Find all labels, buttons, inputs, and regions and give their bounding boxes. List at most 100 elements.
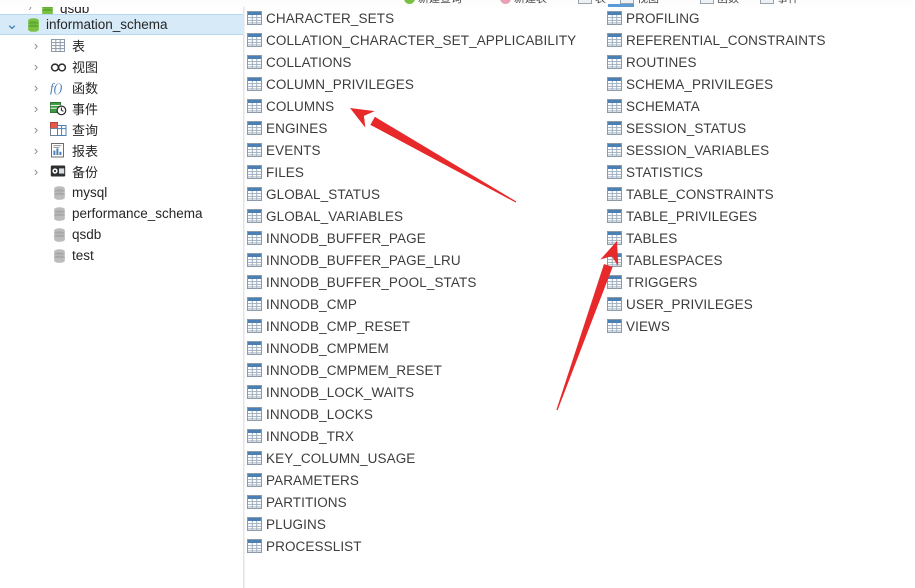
table-list-item-label: PLUGINS bbox=[266, 516, 326, 532]
table-list-item-label: ENGINES bbox=[266, 120, 328, 136]
database-tree-pane[interactable]: ›qsdb ⌄information_schema›表›视图›f()函数›事件›… bbox=[0, 7, 243, 588]
table-list-item[interactable]: INNODB_BUFFER_POOL_STATS bbox=[245, 271, 605, 293]
toolbar-button-label: 新建表 bbox=[514, 0, 547, 6]
toolbar-button-1[interactable]: 新建表 bbox=[500, 0, 547, 7]
tree-item-label: mysql bbox=[72, 185, 108, 200]
tree-item-database-2[interactable]: qsdb bbox=[0, 224, 243, 245]
table-list-item[interactable]: INNODB_CMP bbox=[245, 293, 605, 315]
tree-item-information-schema[interactable]: ⌄ information_schema bbox=[0, 14, 243, 35]
tree-item-5[interactable]: › 查询 bbox=[0, 119, 243, 140]
chevron-down-icon[interactable]: ⌄ bbox=[4, 17, 20, 32]
table-list-item[interactable]: TABLE_PRIVILEGES bbox=[605, 205, 915, 227]
table-list-item[interactable]: COLLATION_CHARACTER_SET_APPLICABILITY bbox=[245, 29, 605, 51]
chevron-right-icon[interactable]: › bbox=[28, 102, 44, 115]
table-list-item-label: INNODB_LOCKS bbox=[266, 406, 373, 422]
table-list-item[interactable]: INNODB_CMPMEM bbox=[245, 337, 605, 359]
toolbar-button-0[interactable]: 新建查询 bbox=[404, 0, 462, 7]
table-list-item-label: FILES bbox=[266, 164, 305, 180]
tree-item-4[interactable]: › 事件 bbox=[0, 98, 243, 119]
table-list-item-label: GLOBAL_VARIABLES bbox=[266, 208, 404, 224]
chevron-right-icon[interactable]: › bbox=[28, 60, 44, 73]
table-list-item-label: COLUMNS bbox=[266, 98, 335, 114]
table-list-item[interactable]: STATISTICS bbox=[605, 161, 915, 183]
table-list-item[interactable]: TRIGGERS bbox=[605, 271, 915, 293]
table-list-item[interactable]: EVENTS bbox=[245, 139, 605, 161]
table-icon bbox=[607, 121, 622, 135]
table-list-item[interactable]: ENGINES bbox=[245, 117, 605, 139]
table-list-item[interactable]: CHARACTER_SETS bbox=[245, 7, 605, 29]
tree-row-clipped-above[interactable]: › qsdb bbox=[0, 7, 243, 14]
table-list-item[interactable]: INNODB_BUFFER_PAGE bbox=[245, 227, 605, 249]
table-list-item[interactable]: PARAMETERS bbox=[245, 469, 605, 491]
table-list-item[interactable]: SCHEMA_PRIVILEGES bbox=[605, 73, 915, 95]
table-list-item[interactable]: INNODB_CMPMEM_RESET bbox=[245, 359, 605, 381]
table-list-item[interactable]: REFERENTIAL_CONSTRAINTS bbox=[605, 29, 915, 51]
chevron-right-icon[interactable]: › bbox=[28, 165, 44, 178]
table-list-item-label: USER_PRIVILEGES bbox=[626, 296, 753, 312]
table-list-item[interactable]: INNODB_CMP_RESET bbox=[245, 315, 605, 337]
table-list-item-label: INNODB_TRX bbox=[266, 428, 355, 444]
toolbar-button-2[interactable]: 表 bbox=[578, 0, 606, 7]
table-list-item[interactable]: SESSION_STATUS bbox=[605, 117, 915, 139]
table-list-item[interactable]: COLUMN_PRIVILEGES bbox=[245, 73, 605, 95]
table-icon bbox=[247, 77, 262, 91]
table-list-item[interactable]: INNODB_TRX bbox=[245, 425, 605, 447]
table-list-item[interactable]: ROUTINES bbox=[605, 51, 915, 73]
backup-icon bbox=[50, 164, 68, 180]
table-list-item[interactable]: TABLESPACES bbox=[605, 249, 915, 271]
tree-item-database-3[interactable]: test bbox=[0, 245, 243, 266]
chevron-right-icon[interactable]: › bbox=[28, 123, 44, 136]
tree-item-3[interactable]: › f() 函数 bbox=[0, 77, 243, 98]
table-list-item[interactable]: INNODB_BUFFER_PAGE_LRU bbox=[245, 249, 605, 271]
table-icon bbox=[247, 385, 262, 399]
table-icon bbox=[607, 55, 622, 69]
tree-item-6[interactable]: › 报表 bbox=[0, 140, 243, 161]
database-icon bbox=[50, 206, 68, 222]
table-list-item-label: KEY_COLUMN_USAGE bbox=[266, 450, 416, 466]
table-list-item[interactable]: PROCESSLIST bbox=[245, 535, 605, 557]
grid-icon bbox=[700, 0, 714, 4]
table-list-item-label: TABLESPACES bbox=[626, 252, 723, 268]
tree-item-clipped[interactable]: › qsdb bbox=[0, 7, 243, 14]
table-list-item-label: TABLE_PRIVILEGES bbox=[626, 208, 758, 224]
table-list-item-label: PARAMETERS bbox=[266, 472, 360, 488]
table-list-item-label: TRIGGERS bbox=[626, 274, 698, 290]
chevron-right-icon[interactable]: › bbox=[28, 39, 44, 52]
table-list-item[interactable]: GLOBAL_STATUS bbox=[245, 183, 605, 205]
tree-item-database-0[interactable]: mysql bbox=[0, 182, 243, 203]
table-list-item[interactable]: PROFILING bbox=[605, 7, 915, 29]
table-list-item[interactable]: GLOBAL_VARIABLES bbox=[245, 205, 605, 227]
table-list-item[interactable]: SCHEMATA bbox=[605, 95, 915, 117]
toolbar-button-5[interactable]: 事件 bbox=[760, 0, 799, 7]
chevron-right-icon[interactable]: › bbox=[28, 144, 44, 157]
table-list-item[interactable]: TABLE_CONSTRAINTS bbox=[605, 183, 915, 205]
table-list-item[interactable]: KEY_COLUMN_USAGE bbox=[245, 447, 605, 469]
toolbar-button-label: 表 bbox=[595, 0, 606, 6]
table-list-item[interactable]: FILES bbox=[245, 161, 605, 183]
table-list-item[interactable]: COLLATIONS bbox=[245, 51, 605, 73]
tree-item-label: test bbox=[72, 248, 94, 263]
tree-item-1[interactable]: › 表 bbox=[0, 35, 243, 56]
chevron-right-icon[interactable]: › bbox=[22, 7, 38, 14]
table-list-item[interactable]: PLUGINS bbox=[245, 513, 605, 535]
table-list-item[interactable]: INNODB_LOCK_WAITS bbox=[245, 381, 605, 403]
table-list-item[interactable]: TABLES bbox=[605, 227, 915, 249]
table-list-item[interactable]: USER_PRIVILEGES bbox=[605, 293, 915, 315]
table-list-item-label: REFERENTIAL_CONSTRAINTS bbox=[626, 32, 826, 48]
table-list-item[interactable]: VIEWS bbox=[605, 315, 915, 337]
table-list-item[interactable]: PARTITIONS bbox=[245, 491, 605, 513]
chevron-right-icon[interactable]: › bbox=[28, 81, 44, 94]
tree-item-database-1[interactable]: performance_schema bbox=[0, 203, 243, 224]
table-list-item[interactable]: INNODB_LOCKS bbox=[245, 403, 605, 425]
grid-icon bbox=[760, 0, 774, 4]
tree-item-2[interactable]: › 视图 bbox=[0, 56, 243, 77]
object-list-pane[interactable]: CHARACTER_SETS COLLATION_CHARACTER_SET_AP… bbox=[245, 7, 915, 588]
table-list-item-label: INNODB_CMP bbox=[266, 296, 358, 312]
table-icon bbox=[607, 231, 622, 245]
table-list-item[interactable]: SESSION_VARIABLES bbox=[605, 139, 915, 161]
tree-item-7[interactable]: › 备份 bbox=[0, 161, 243, 182]
toolbar-button-4[interactable]: 函数 bbox=[700, 0, 739, 7]
table-icon bbox=[247, 451, 262, 465]
table-list-item-label: INNODB_BUFFER_POOL_STATS bbox=[266, 274, 477, 290]
table-list-item[interactable]: COLUMNS bbox=[245, 95, 605, 117]
